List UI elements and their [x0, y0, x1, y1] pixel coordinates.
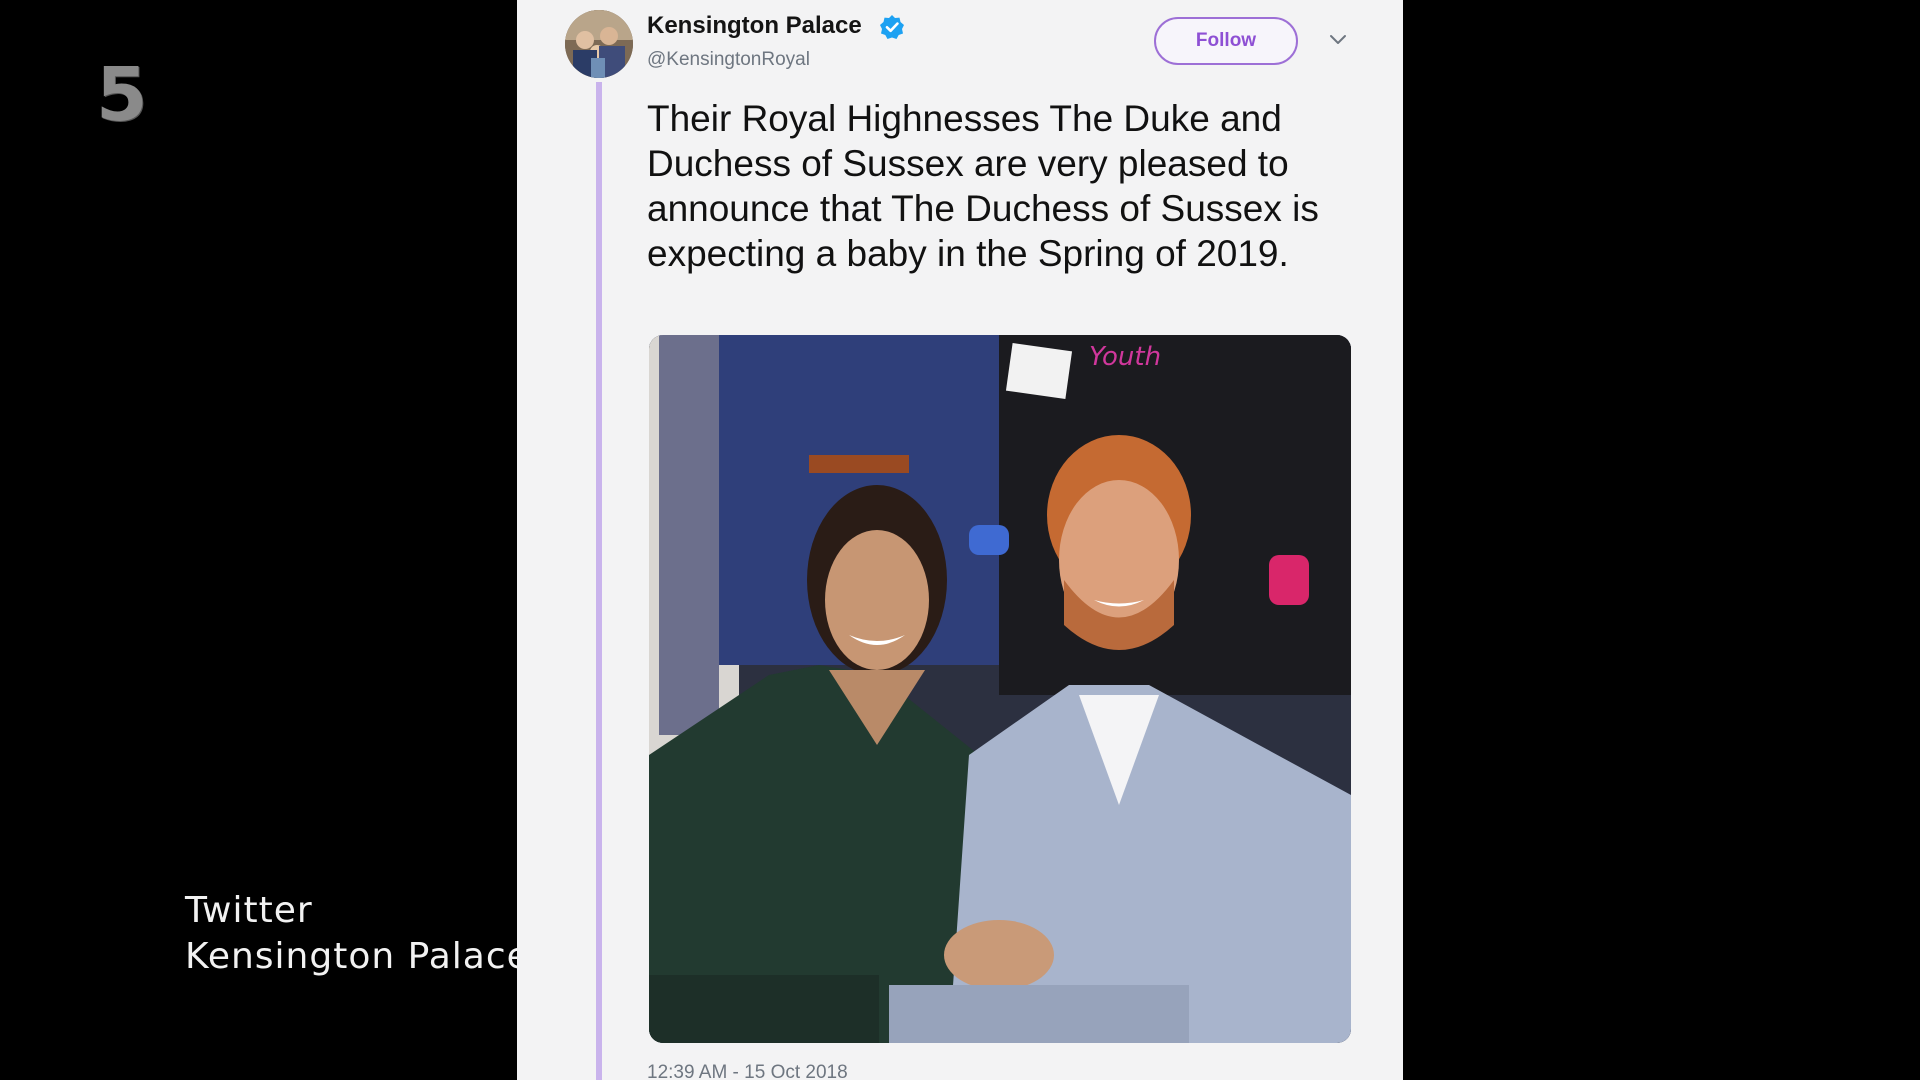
- channel-5-logo: 5: [96, 52, 148, 138]
- tweet-photo[interactable]: Youth: [649, 335, 1351, 1043]
- thread-line: [596, 82, 602, 1080]
- avatar-photo: [565, 10, 633, 78]
- tweet-text: Their Royal Highnesses The Duke and Duch…: [647, 98, 1319, 274]
- display-name[interactable]: Kensington Palace: [647, 12, 862, 40]
- video-frame: 5 Twitter Kensington Palace Kensington P…: [0, 0, 1920, 1080]
- couple-photo-image: Youth: [649, 335, 1351, 1043]
- photo-badge-text: Youth: [1089, 342, 1161, 372]
- tweet-timestamp[interactable]: 12:39 AM - 15 Oct 2018: [647, 1062, 848, 1080]
- caption-line-account: Kensington Palace: [185, 936, 530, 977]
- avatar[interactable]: [565, 10, 633, 78]
- caption-line-platform: Twitter: [185, 890, 313, 931]
- follow-button[interactable]: Follow: [1154, 17, 1298, 65]
- tweet-card: Kensington Palace @KensingtonRoyal Follo…: [517, 0, 1403, 1080]
- verified-badge-icon: [880, 15, 904, 39]
- source-caption: Twitter Kensington Palace: [185, 888, 530, 980]
- account-handle[interactable]: @KensingtonRoyal: [647, 49, 810, 71]
- chevron-down-icon[interactable]: [1329, 34, 1347, 46]
